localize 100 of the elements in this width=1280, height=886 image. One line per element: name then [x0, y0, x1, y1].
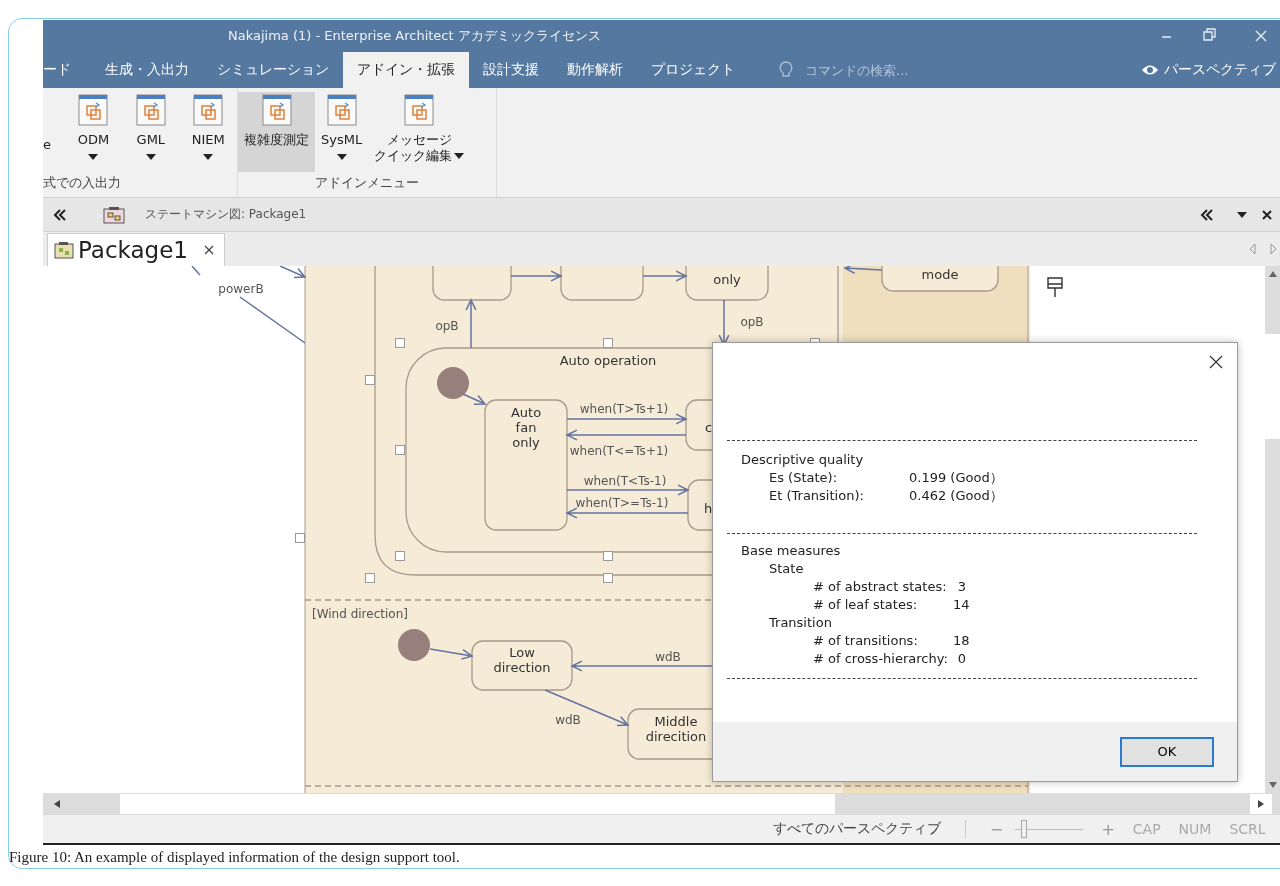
ribbon-button-label[interactable]: e	[43, 137, 65, 152]
resize-handle[interactable]	[603, 551, 613, 561]
transition-label: when(T<=Ts+1)	[569, 444, 669, 458]
resize-handle[interactable]	[603, 338, 613, 348]
ribbon-button[interactable]: ODM	[64, 92, 123, 172]
addin-icon	[78, 94, 109, 126]
command-search-field[interactable]: コマンドの検索...	[803, 61, 1027, 79]
transition-arrow	[191, 266, 201, 276]
transition-arrow	[642, 270, 688, 282]
horizontal-scrollbar[interactable]	[43, 793, 1280, 815]
dropdown-icon[interactable]	[1236, 210, 1248, 219]
key-indicator: SCRL	[1229, 821, 1266, 837]
ribbon-group-label: 式での入出力	[43, 174, 122, 192]
transition-label: opB	[740, 315, 764, 329]
metric-label: Es (State):	[769, 469, 839, 487]
transition-arrow	[239, 296, 306, 344]
transition-label: opB	[435, 319, 459, 333]
ribbon-button[interactable]: NIEM	[179, 92, 237, 172]
metric-label: # of leaf states:	[813, 596, 919, 614]
scroll-left-icon[interactable]	[53, 799, 61, 809]
ribbon-button[interactable]: SysML	[315, 92, 369, 172]
transition-label: wdB	[655, 650, 681, 664]
scrollbar-thumb[interactable]	[120, 794, 835, 814]
collapse-icon[interactable]	[53, 208, 67, 221]
diagram-icon	[103, 205, 125, 224]
ribbon-button[interactable]: メッセージ クイック編集	[368, 92, 471, 172]
addin-icon	[404, 94, 435, 126]
metric-label: # of cross-hierarchy:	[813, 650, 949, 668]
transition-label: powerB	[218, 282, 264, 296]
ribbon-tab[interactable]: シミュレーション	[203, 52, 343, 88]
lightbulb-icon	[779, 61, 793, 79]
resize-handle[interactable]	[395, 551, 405, 561]
key-indicator: NUM	[1178, 821, 1212, 837]
transition-arrow	[465, 298, 477, 349]
transition-arrow	[510, 270, 563, 282]
diagram-title: ステートマシン図: Package1	[145, 206, 307, 223]
package-icon	[54, 241, 74, 259]
metric-label: Et (Transition):	[769, 487, 865, 505]
ok-button[interactable]: OK	[1120, 736, 1214, 767]
close-icon[interactable]	[1262, 209, 1272, 220]
close-icon[interactable]	[1209, 355, 1223, 369]
close-icon[interactable]	[204, 245, 214, 255]
resize-handle[interactable]	[603, 573, 613, 583]
resize-handle[interactable]	[365, 375, 375, 385]
transition-arrow	[429, 648, 474, 660]
scroll-down-icon[interactable]	[1267, 781, 1278, 789]
state-node: Auto fan only	[484, 399, 568, 531]
ribbon-button[interactable]: 複雑度測定	[238, 92, 315, 172]
resize-handle[interactable]	[365, 573, 375, 583]
eye-icon	[1141, 63, 1159, 77]
metric-value: 0.462 (Good）	[909, 487, 1003, 505]
key-indicator: CAP	[1132, 821, 1161, 837]
pin-icon[interactable]	[1046, 276, 1064, 298]
ribbon-tab[interactable]: アドイン・拡張	[343, 52, 469, 88]
section-title: Descriptive quality	[741, 451, 865, 469]
scroll-right-icon[interactable]	[1257, 799, 1265, 809]
addin-icon	[261, 94, 292, 126]
addin-icon	[135, 94, 166, 126]
addin-icon	[326, 94, 357, 126]
ribbon-tab[interactable]: 設計支援	[469, 52, 553, 88]
perspective-label[interactable]: すべてのパースペクティブ	[773, 820, 941, 838]
transition-arrow	[462, 393, 487, 406]
metric-label: # of transitions:	[813, 632, 919, 650]
tab-scroll-icon[interactable]	[1248, 243, 1278, 255]
group-title: State	[768, 560, 805, 578]
region-title: [Wind direction]	[312, 607, 408, 621]
ribbon-tab[interactable]: 生成・入出力	[91, 52, 203, 88]
ribbon-tab[interactable]: プロジェクト	[637, 52, 749, 88]
vertical-scrollbar[interactable]	[1265, 266, 1280, 793]
resize-handle[interactable]	[395, 338, 405, 348]
initial-state	[398, 629, 430, 661]
scroll-up-icon[interactable]	[1267, 270, 1278, 278]
state-title: Auto operation	[559, 353, 657, 368]
ribbon-tab[interactable]: ード	[43, 52, 91, 88]
collapse-icon[interactable]	[1200, 208, 1214, 221]
addin-icon	[193, 94, 224, 126]
scrollbar-thumb[interactable]	[1265, 334, 1280, 439]
resize-handle[interactable]	[295, 533, 305, 543]
state-node: only	[685, 266, 769, 301]
group-title: Transition	[768, 614, 833, 632]
state-node: Low direction	[471, 640, 573, 691]
metric-label: # of abstract states:	[813, 578, 948, 596]
metric-value: 3	[956, 578, 966, 596]
figure-caption: Figure 10: An example of displayed information of the design support tool.	[9, 849, 461, 866]
ribbon-tab[interactable]: 動作解析	[553, 52, 637, 88]
ribbon-group-label: アドインメニュー	[314, 174, 420, 192]
transition-arrow	[843, 266, 883, 275]
state-node: mode	[881, 266, 999, 292]
window-title: Nakajima (1) - Enterprise Architect アカデミックライセンス	[228, 27, 602, 45]
transition-label: when(T>Ts+1)	[579, 402, 669, 416]
document-tab[interactable]: Package1	[47, 233, 225, 266]
transition-label: when(T<Ts-1)	[583, 474, 667, 488]
initial-state	[437, 367, 469, 399]
ribbon-button[interactable]: GML	[122, 92, 180, 172]
perspective-button[interactable]: パースペクティブ	[1141, 52, 1280, 88]
transition-label: when(T>=Ts-1)	[575, 496, 669, 510]
section-title: Base measures	[741, 542, 842, 560]
metric-value: 0	[956, 650, 966, 668]
resize-handle[interactable]	[395, 445, 405, 455]
metric-value: 0.199 (Good）	[909, 469, 1003, 487]
